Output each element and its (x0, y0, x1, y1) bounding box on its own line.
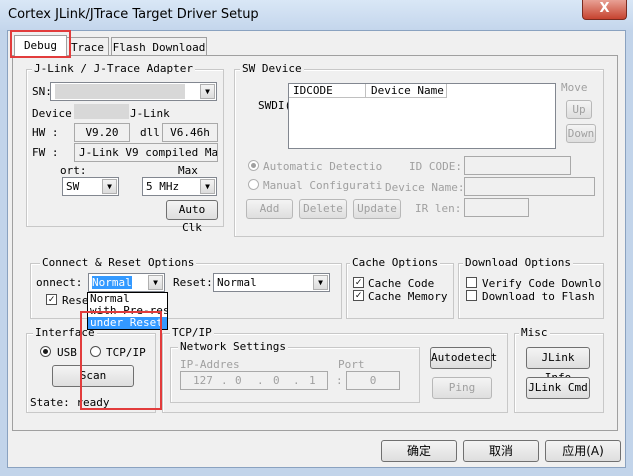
sw-device-title: SW Device (240, 62, 304, 75)
sn-value-redacted (55, 84, 185, 99)
id-code-input[interactable] (464, 156, 571, 175)
col-header-device-name[interactable]: Device Name (366, 84, 447, 98)
dropdown-option-normal[interactable]: Normal (88, 293, 167, 305)
ip-address-label: IP-Addres (180, 358, 240, 371)
device-name-label: Device Name: (385, 181, 465, 194)
ip-octet-4: 1 (309, 374, 316, 387)
port-select-value: SW (66, 180, 80, 193)
tab-flash-download[interactable]: Flash Download (111, 37, 207, 57)
device-label: Device: (32, 107, 79, 120)
cancel-button[interactable]: 取消 (463, 440, 539, 462)
max-clock-value: 5 MHz (146, 180, 180, 193)
reset-label: Reset: (173, 276, 213, 289)
port-label: Port (338, 358, 365, 371)
connect-select-value: Normal (92, 276, 132, 289)
move-up-button[interactable]: Up (566, 100, 592, 119)
tcpip-title: TCP/IP (170, 326, 214, 339)
autodetect-button[interactable]: Autodetect (430, 347, 497, 369)
jlink-cmd-button[interactable]: JLink Cmd (526, 377, 590, 399)
verify-code-checkbox[interactable] (466, 277, 477, 288)
download-options-title: Download Options (463, 256, 573, 269)
connect-select[interactable]: Normal ▼ (88, 273, 165, 292)
ping-button[interactable]: Ping (432, 377, 492, 399)
ip-octet-3: 0 (273, 374, 280, 387)
reset-select[interactable]: Normal ▼ (213, 273, 330, 292)
port-select[interactable]: SW ▼ (62, 177, 119, 196)
window-title: Cortex JLink/JTrace Target Driver Setup (8, 7, 259, 22)
ir-len-label: IR len: (415, 202, 462, 215)
col-header-idcode[interactable]: IDCODE (289, 84, 366, 98)
chevron-down-icon: ▼ (148, 275, 163, 290)
cache-options-title: Cache Options (350, 256, 441, 269)
chevron-down-icon: ▼ (313, 275, 328, 290)
connect-reset-title: Connect & Reset Options (40, 256, 197, 269)
port-separator-label: : (336, 374, 343, 387)
manual-config-radio[interactable] (248, 179, 259, 190)
usb-label: USB (57, 346, 77, 359)
reset-after-connect-label: Rese (62, 294, 89, 307)
chevron-down-icon: ▼ (102, 179, 117, 194)
device-table[interactable]: IDCODE Device Name (288, 83, 556, 149)
close-button[interactable]: X (582, 0, 627, 20)
dll-version-field: V6.46h (162, 123, 218, 142)
adapter-group-title: J-Link / J-Trace Adapter (32, 62, 195, 75)
port-label: ort: (60, 164, 87, 177)
delete-button[interactable]: Delete (299, 199, 347, 219)
move-label: Move (561, 81, 588, 94)
usb-radio[interactable] (40, 346, 51, 357)
dll-label: dll (140, 126, 160, 139)
cache-code-label: Cache Code (368, 277, 435, 290)
add-button[interactable]: Add (246, 199, 293, 219)
cache-memory-checkbox[interactable]: ✓ (353, 290, 364, 301)
fw-label: FW : (32, 146, 59, 159)
verify-code-label: Verify Code Downlo (482, 277, 602, 290)
manual-config-label: Manual Configurati (263, 179, 383, 192)
network-settings-title: Network Settings (178, 340, 288, 353)
ir-len-input[interactable] (464, 198, 529, 217)
port-input[interactable]: 0 (346, 371, 400, 390)
hw-version-field: V9.20 (74, 123, 130, 142)
download-flash-checkbox[interactable] (466, 290, 477, 301)
swdio-label: SWDI( (258, 99, 292, 112)
highlight-debug-tab (10, 30, 71, 58)
move-down-button[interactable]: Down (566, 124, 596, 143)
misc-title: Misc (519, 326, 550, 339)
device-value: J-Link (130, 107, 170, 120)
auto-detect-label: Automatic Detectio (263, 160, 383, 173)
update-button[interactable]: Update (353, 199, 401, 219)
cache-memory-label: Cache Memory (368, 290, 448, 303)
tab-trace[interactable]: Trace (66, 37, 109, 57)
device-redacted (74, 104, 129, 119)
ok-button[interactable]: 确定 (381, 440, 457, 462)
download-flash-label: Download to Flash (482, 290, 595, 303)
reset-select-value: Normal (217, 276, 257, 289)
chevron-down-icon: ▼ (200, 179, 215, 194)
max-clock-select[interactable]: 5 MHz ▼ (142, 177, 217, 196)
apply-button[interactable]: 应用(A) (545, 440, 621, 462)
highlight-under-reset (80, 311, 162, 410)
id-code-label: ID CODE: (409, 160, 462, 173)
ip-octet-1: 127 (193, 374, 213, 387)
sn-label: SN: (32, 85, 52, 98)
ip-address-input[interactable]: 127 . 0 . 0 . 1 (180, 371, 328, 390)
device-name-input[interactable] (464, 177, 595, 196)
chevron-down-icon: ▼ (200, 84, 215, 99)
cache-code-checkbox[interactable]: ✓ (353, 277, 364, 288)
reset-after-connect-checkbox[interactable]: ✓ (46, 294, 57, 305)
ip-octet-2: 0 (235, 374, 242, 387)
connect-label: onnect: (36, 276, 83, 289)
hw-label: HW : (32, 126, 59, 139)
auto-detect-radio[interactable] (248, 160, 259, 171)
fw-version-field: J-Link V9 compiled May : (74, 143, 218, 162)
max-clock-label: Max (178, 164, 198, 177)
sn-select[interactable]: ▼ (50, 82, 217, 101)
jlink-info-button[interactable]: JLink Info (526, 347, 590, 384)
auto-clk-button[interactable]: Auto Clk (166, 200, 218, 234)
